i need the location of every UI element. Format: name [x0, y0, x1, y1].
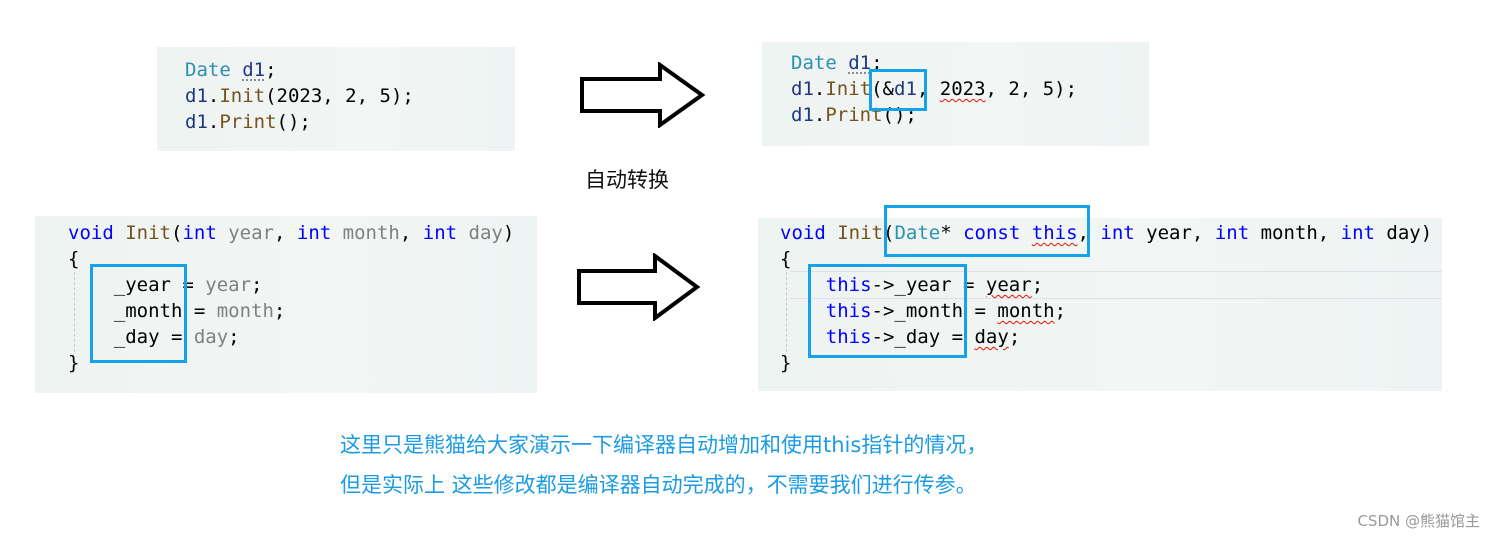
code-line: Date d1;	[791, 50, 1077, 76]
code-token: ,	[399, 222, 423, 244]
code-token: .	[207, 111, 220, 133]
right-arrow-icon	[580, 62, 706, 128]
code-line: void Init(Date* const this, int year, in…	[780, 220, 1432, 246]
code-token: month,	[1249, 222, 1341, 244]
code-token: Init	[219, 85, 266, 107]
code-token: (2023, 2, 5);	[265, 85, 414, 107]
code-token: 2023	[939, 78, 986, 100]
code-token: Print	[219, 111, 277, 133]
code-token: {	[68, 248, 80, 270]
highlight-box	[90, 264, 187, 363]
code-snippet: Date d1; d1.Init(2023, 2, 5); d1.Print();	[185, 57, 414, 135]
note-line: 但是实际上 这些修改都是编译器自动完成的，不需要我们进行传参。	[340, 473, 977, 497]
code-token: day	[974, 326, 1009, 348]
code-token: (	[170, 222, 183, 244]
code-token: ;	[1008, 326, 1021, 348]
code-token: .	[813, 78, 826, 100]
code-token: day)	[1374, 222, 1433, 244]
note-line: 这里只是熊猫给大家演示一下编译器自动增加和使用this指针的情况，	[340, 433, 988, 457]
code-token: ;	[265, 59, 277, 81]
code-token: Date	[185, 59, 231, 81]
code-token: int	[422, 222, 458, 244]
code-token: Init	[125, 222, 171, 244]
code-line: d1.Print();	[185, 109, 414, 135]
code-token: )	[502, 222, 515, 244]
code-token: day	[468, 222, 503, 244]
code-token: d1	[791, 78, 814, 100]
code-snippet: Date d1; d1.Init(&d1, 2023, 2, 5); d1.Prin…	[791, 50, 1077, 128]
code-token: ;	[251, 274, 263, 296]
code-token: .	[813, 104, 826, 126]
watermark: CSDN @熊猫馆主	[1357, 512, 1480, 530]
code-token: Date	[791, 52, 837, 74]
highlight-box	[808, 264, 967, 358]
highlight-box	[884, 205, 1090, 257]
code-token: d1	[848, 52, 872, 74]
code-token: year	[228, 222, 274, 244]
highlight-box	[869, 69, 927, 111]
code-line: Date d1;	[185, 57, 414, 83]
code-token: ();	[276, 111, 311, 133]
code-line: d1.Init(&d1, 2023, 2, 5);	[791, 76, 1077, 102]
code-token: d1	[185, 85, 208, 107]
code-token: month	[216, 300, 274, 322]
right-arrow-icon	[577, 253, 701, 321]
code-token: year,	[1134, 222, 1215, 244]
code-token: }	[780, 352, 792, 374]
code-token: year	[205, 274, 252, 296]
code-token: Init	[837, 222, 883, 244]
code-token: {	[780, 248, 792, 270]
code-token: ;	[273, 300, 286, 322]
code-token: year	[985, 274, 1032, 296]
code-token: .	[207, 85, 220, 107]
code-token: void	[68, 222, 114, 244]
code-token: month	[342, 222, 400, 244]
code-token: int	[1100, 222, 1135, 244]
code-line: d1.Init(2023, 2, 5);	[185, 83, 414, 109]
code-token: ;	[1031, 274, 1044, 296]
code-line: void Init(int year, int month, int day)	[68, 220, 514, 246]
code-token: Init	[825, 78, 872, 100]
code-token: ,	[273, 222, 297, 244]
code-token: ;	[228, 326, 240, 348]
code-token: void	[780, 222, 826, 244]
code-token: int	[296, 222, 332, 244]
code-token: ;	[1054, 300, 1067, 322]
code-token: d1	[791, 104, 814, 126]
code-token: int	[1214, 222, 1250, 244]
code-token: int	[1340, 222, 1375, 244]
code-token: int	[182, 222, 217, 244]
arrow-label: 自动转换	[585, 168, 669, 192]
code-line: d1.Print();	[791, 102, 1077, 128]
code-token: d1	[242, 59, 266, 81]
code-token: day	[193, 326, 229, 348]
code-token: }	[68, 352, 80, 374]
code-token: month	[997, 300, 1055, 322]
code-token: , 2, 5);	[985, 78, 1078, 100]
code-token: d1	[185, 111, 208, 133]
